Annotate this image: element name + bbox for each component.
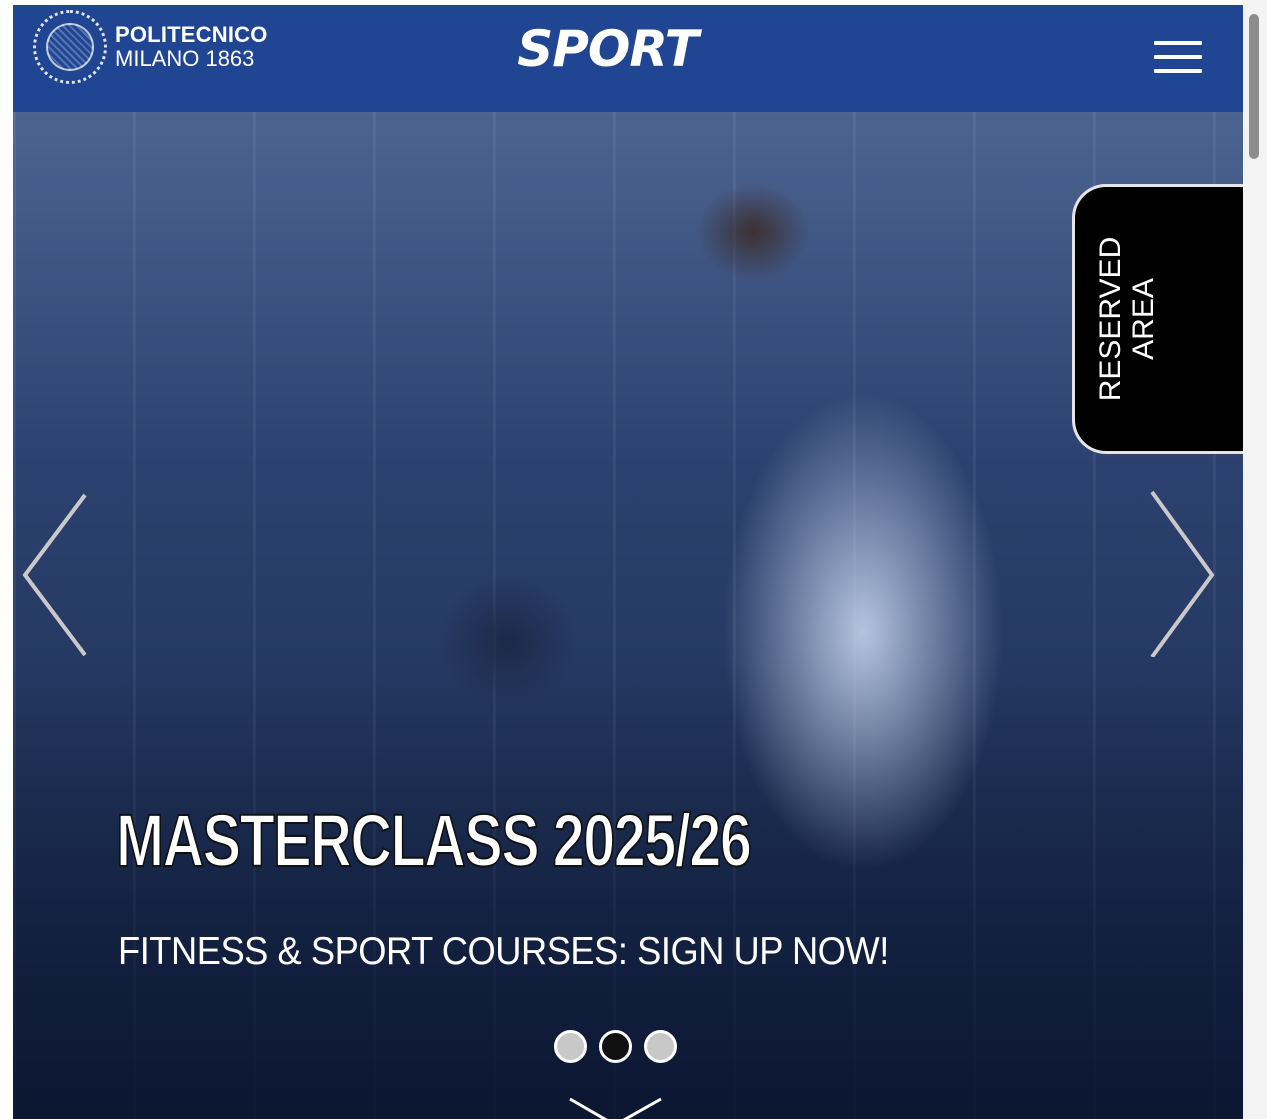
scrollbar-thumb[interactable]: [1249, 14, 1259, 159]
chevron-left-icon[interactable]: [19, 490, 89, 660]
carousel-dot-2[interactable]: [599, 1030, 632, 1063]
hamburger-menu-icon[interactable]: [1154, 41, 1202, 73]
carousel-dot-1[interactable]: [554, 1030, 587, 1063]
chevron-right-icon[interactable]: [1148, 487, 1218, 657]
hamburger-bar: [1154, 55, 1202, 59]
sport-brand-logo[interactable]: SPORT: [510, 19, 705, 79]
politecnico-logo[interactable]: POLITECNICO MILANO 1863: [33, 10, 268, 84]
hamburger-bar: [1154, 41, 1202, 45]
logo-line2: MILANO 1863: [115, 46, 255, 71]
reserved-area-label: RESERVED AREA: [1094, 229, 1160, 409]
university-seal-icon: [33, 10, 107, 84]
site-header: POLITECNICO MILANO 1863 SPORT: [13, 5, 1243, 112]
carousel-dots: [554, 1030, 677, 1063]
reserved-area-line1: RESERVED: [1093, 236, 1127, 402]
logo-text: POLITECNICO MILANO 1863: [115, 24, 268, 70]
page-scrollbar[interactable]: [1243, 0, 1267, 1119]
chevron-down-icon[interactable]: [568, 1097, 663, 1119]
reserved-area-line2: AREA: [1126, 278, 1160, 360]
hero-subtitle[interactable]: FITNESS & SPORT COURSES: SIGN UP NOW!: [118, 930, 889, 974]
page: POLITECNICO MILANO 1863 SPORT RESERVED A…: [13, 5, 1243, 1119]
logo-line1: POLITECNICO: [115, 22, 268, 47]
reserved-area-tab[interactable]: RESERVED AREA: [1072, 184, 1243, 454]
hero-title: MASTERCLASS 2025/26: [115, 798, 752, 883]
hamburger-bar: [1154, 69, 1202, 73]
hero-carousel: RESERVED AREA MASTERCLASS 2025/26 FITNES…: [13, 112, 1243, 1119]
carousel-dot-3[interactable]: [644, 1030, 677, 1063]
